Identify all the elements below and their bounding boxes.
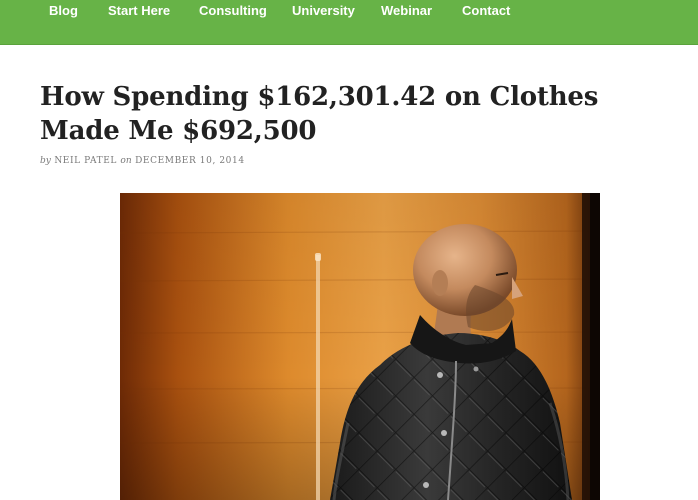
post-byline: by NEIL PATEL on DECEMBER 10, 2014 (40, 156, 245, 166)
nav-item-start-here[interactable]: Start Here (108, 3, 170, 19)
nav-item-contact[interactable]: Contact (462, 3, 510, 19)
byline-author-link[interactable]: NEIL PATEL (54, 156, 117, 166)
byline-by: by (40, 156, 51, 166)
nav-item-blog[interactable]: Blog (49, 3, 78, 19)
nav-item-consulting[interactable]: Consulting (199, 3, 267, 19)
top-navigation: Blog Start Here Consulting University We… (0, 0, 698, 45)
post-title: How Spending $162,301.42 on Clothes Made… (40, 82, 599, 146)
featured-photo-graphic (120, 193, 600, 500)
nav-item-webinar[interactable]: Webinar (381, 3, 432, 19)
byline-date: DECEMBER 10, 2014 (135, 156, 245, 166)
nav-item-university[interactable]: University (292, 3, 355, 19)
featured-image (120, 193, 600, 500)
byline-on: on (120, 156, 132, 166)
